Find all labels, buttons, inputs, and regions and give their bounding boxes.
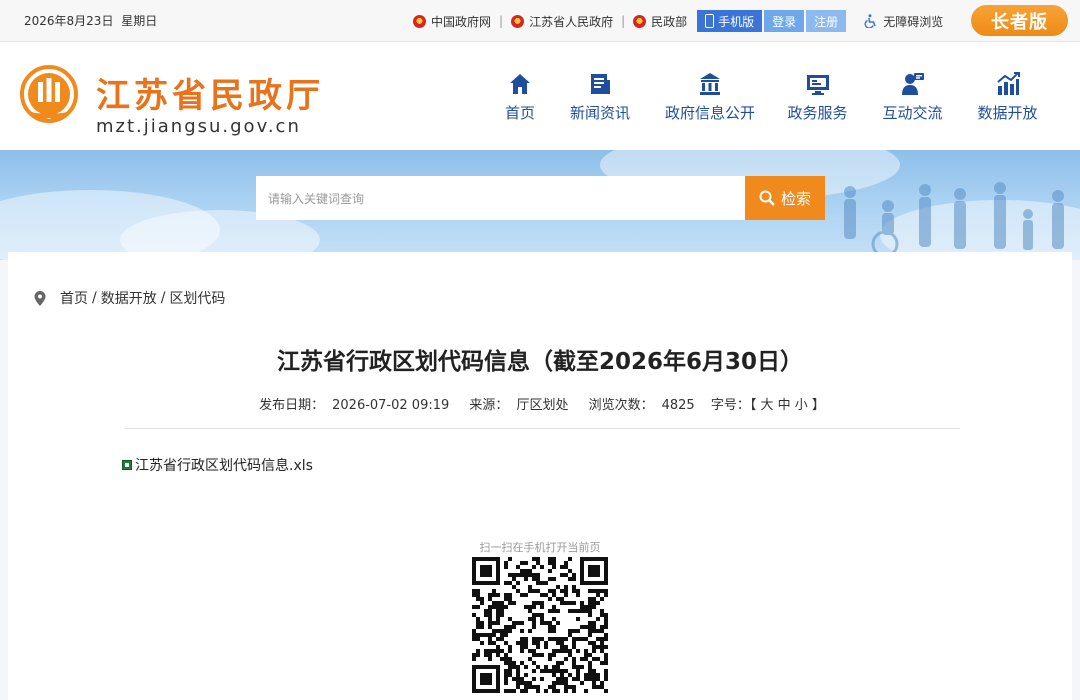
- link-china-gov[interactable]: 中国政府网: [413, 13, 491, 30]
- link-ministry-civil-affairs[interactable]: 民政部: [633, 13, 687, 30]
- bar-chart-icon: [996, 72, 1020, 95]
- search-icon: [759, 190, 775, 206]
- nav-home[interactable]: 首页: [490, 72, 550, 123]
- government-building-icon: [700, 73, 720, 95]
- search-input[interactable]: 请输入关键词查询: [256, 176, 745, 220]
- breadcrumb-division-code[interactable]: 区划代码: [169, 288, 225, 308]
- nav-label: 新闻资讯: [569, 104, 630, 122]
- breadcrumb-open-data[interactable]: 数据开放: [101, 288, 157, 308]
- brand-url: mzt.jiangsu.gov.cn: [96, 116, 301, 137]
- monitor-icon: [806, 75, 829, 95]
- national-emblem-icon: [413, 14, 426, 28]
- nav-open-data[interactable]: 数据开放: [960, 72, 1055, 123]
- national-emblem-icon: [511, 14, 525, 28]
- link-label: 江苏省人民政府: [529, 14, 614, 29]
- nav-label: 互动交流: [882, 104, 943, 122]
- views-value: 4825: [661, 398, 695, 413]
- publish-date-value: 2026-07-02 09:19: [332, 398, 450, 413]
- weekday-text: 星期日: [121, 14, 158, 28]
- location-pin-icon: [34, 290, 46, 306]
- article-meta: 发布日期： 2026-07-02 09:19 来源： 厅区划处 浏览次数： 4825 …: [8, 394, 1072, 413]
- mobile-version-button[interactable]: 手机版: [697, 10, 763, 32]
- breadcrumb: 首页 / 数据开放 / 区划代码: [34, 288, 225, 308]
- nav-label: 政务服务: [787, 104, 848, 122]
- source-value: 厅区划处: [516, 398, 569, 413]
- civil-affairs-logo-icon[interactable]: [17, 64, 81, 128]
- qr-caption: 扫一扫在手机打开当前页: [479, 541, 601, 554]
- divider-line: [124, 428, 960, 429]
- phone-icon: [705, 14, 715, 28]
- wheelchair-icon: [864, 14, 876, 28]
- national-emblem-icon: [633, 14, 647, 28]
- link-jiangsu-gov[interactable]: 江苏省人民政府: [511, 13, 613, 30]
- nav-news[interactable]: 新闻资讯: [550, 72, 650, 123]
- nav-interaction[interactable]: 互动交流: [865, 72, 960, 123]
- accessibility-label: 无障碍浏览: [883, 14, 944, 29]
- mobile-label: 手机版: [718, 14, 755, 29]
- view-count: 浏览次数： 4825: [585, 398, 699, 413]
- chat-user-icon: [901, 73, 924, 95]
- search-placeholder: 请输入关键词查询: [268, 191, 365, 206]
- brand-title[interactable]: 江苏省民政厅: [96, 68, 324, 117]
- nav-label: 数据开放: [977, 104, 1038, 122]
- nav-services[interactable]: 政务服务: [770, 72, 865, 123]
- attachment-link[interactable]: 江苏省行政区划代码信息.xls: [122, 455, 313, 475]
- nav-gov-info[interactable]: 政府信息公开: [650, 72, 770, 123]
- attachment-label: 江苏省行政区划代码信息.xls: [135, 458, 313, 474]
- top-links: 中国政府网 | 江苏省人民政府 | 民政部 手机版 登录 注册 无障碍浏览: [413, 0, 943, 42]
- breadcrumb-divider: /: [92, 290, 97, 306]
- current-date: 2026年8月23日 星期日: [24, 12, 157, 29]
- search-button-label: 检索: [780, 189, 811, 208]
- nav-label: 政府信息公开: [664, 104, 755, 122]
- source-label: 来源：: [469, 398, 509, 413]
- article-title: 江苏省行政区划代码信息（截至2026年6月30日）: [276, 349, 804, 375]
- breadcrumb-divider: /: [160, 290, 166, 306]
- top-bar: 2026年8月23日 星期日 中国政府网 | 江苏省人民政府 | 民政部 手机版…: [0, 0, 1080, 42]
- news-icon: [591, 74, 610, 94]
- source: 来源： 厅区划处: [465, 398, 572, 413]
- login-button[interactable]: 登录: [764, 10, 805, 32]
- accessibility-link[interactable]: 无障碍浏览: [864, 13, 943, 30]
- font-size-switch[interactable]: 字号：【 大 中 小 】: [711, 398, 825, 413]
- people-silhouette-decoration: [844, 182, 1064, 258]
- main-nav: 首页 新闻资讯 政府信息公开 政务服务 互动交流 数据开放: [490, 72, 1055, 123]
- separator: |: [621, 14, 626, 28]
- link-label: 民政部: [651, 14, 688, 29]
- site-header: 江苏省民政厅 mzt.jiangsu.gov.cn 首页 新闻资讯 政府信息公开…: [0, 42, 1080, 150]
- home-icon: [510, 74, 530, 94]
- search-button[interactable]: 检索: [745, 176, 825, 220]
- breadcrumb-home[interactable]: 首页: [60, 288, 88, 308]
- xls-file-icon: [122, 460, 132, 470]
- elder-version-button[interactable]: 长者版: [971, 5, 1068, 36]
- article-card: 首页 / 数据开放 / 区划代码 江苏省行政区划代码信息（截至2026年6月30…: [8, 252, 1072, 700]
- link-label: 中国政府网: [431, 14, 492, 29]
- register-button[interactable]: 注册: [806, 10, 847, 32]
- qr-code-icon: [472, 557, 608, 693]
- publish-label: 发布日期：: [259, 398, 325, 413]
- nav-label: 首页: [504, 104, 535, 122]
- publish-date: 发布日期： 2026-07-02 09:19: [255, 398, 453, 413]
- date-text: 2026年8月23日: [24, 14, 114, 28]
- banner: 请输入关键词查询 检索: [0, 150, 1080, 260]
- separator: |: [499, 14, 504, 28]
- views-label: 浏览次数：: [588, 398, 654, 413]
